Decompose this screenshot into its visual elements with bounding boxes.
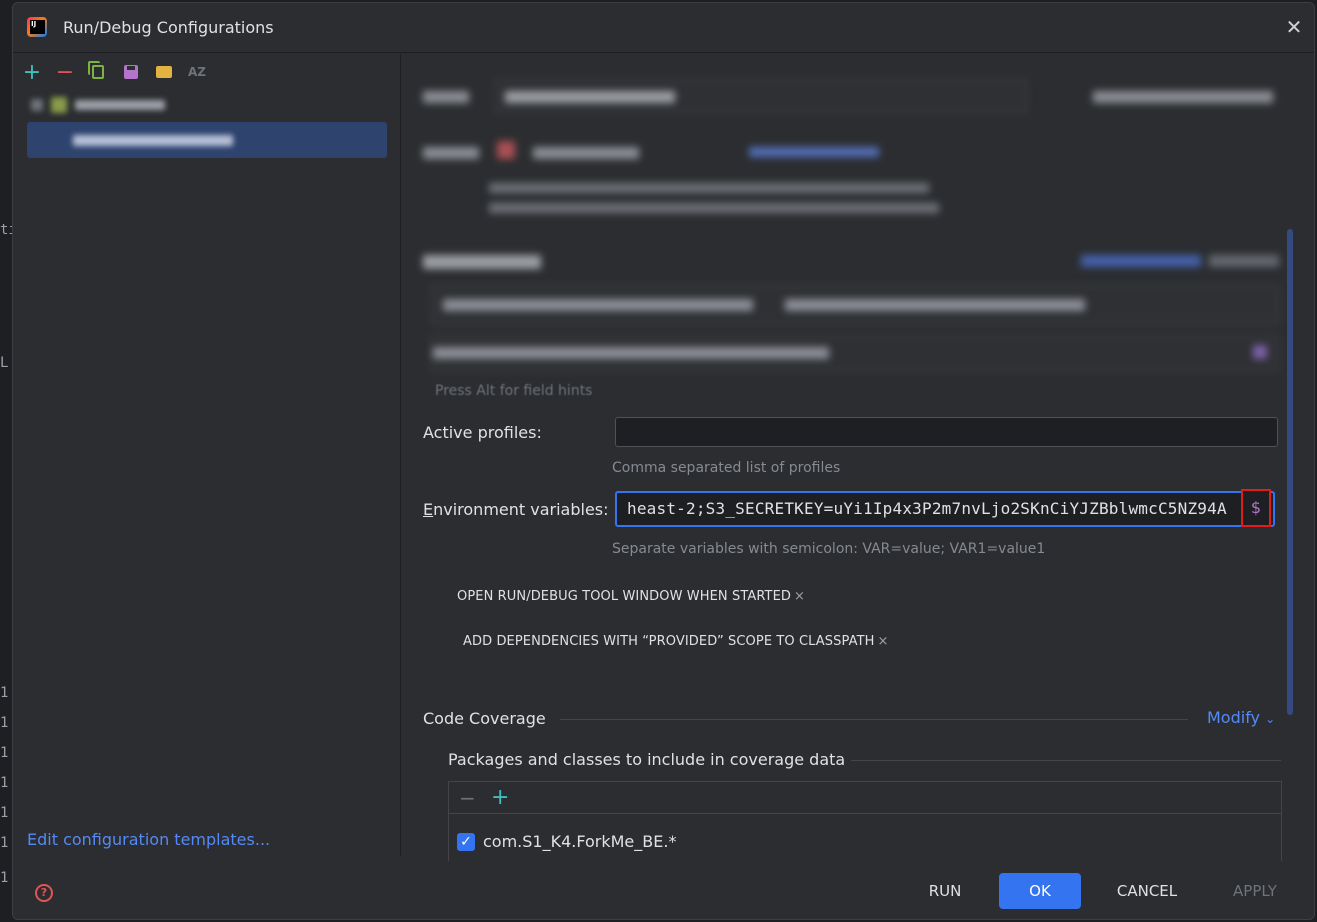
ide-fragment: L [0,355,9,371]
coverage-packages-table: − + ✓ com.S1_K4.ForkMe_BE.* [448,781,1282,861]
active-profiles-label: Active profiles: [423,423,542,442]
option-label: ADD DEPENDENCIES WITH “PROVIDED” SCOPE T… [463,634,875,649]
section-divider [851,760,1281,761]
chevron-down-icon: ⌄ [1265,712,1276,726]
close-icon[interactable]: ✕ [1284,17,1304,38]
code-coverage-title: Code Coverage [423,709,546,728]
environment-variables-helper: Separate variables with semicolon: VAR=v… [612,541,1046,557]
tree-group-item[interactable] [27,94,387,116]
ide-fragment: 1 [0,835,9,851]
ide-fragment: 1 [0,745,9,761]
edit-templates-link[interactable]: Edit configuration templates... [27,830,270,849]
remove-option-icon[interactable]: × [794,589,805,604]
vertical-scrollbar[interactable] [1287,229,1293,715]
apply-button[interactable]: APPLY [1219,873,1291,909]
tree-item-selected[interactable] [27,122,387,158]
field-hint-text: Press Alt for field hints [435,383,593,399]
plus-icon[interactable]: + [21,60,43,85]
save-icon[interactable] [120,61,142,83]
title-bar: Run/Debug Configurations ✕ [13,3,1314,53]
copy-icon[interactable] [87,61,109,83]
coverage-entry-pattern: com.S1_K4.ForkMe_BE.* [483,832,677,851]
remove-option-icon[interactable]: × [878,634,889,649]
coverage-toolbar: − + [449,782,1281,814]
remove-package-button[interactable]: − [459,786,476,810]
help-icon[interactable]: ? [35,884,53,902]
active-profiles-input[interactable] [615,417,1278,447]
ide-fragment: 1 [0,715,9,731]
cancel-button[interactable]: CANCEL [1105,873,1189,909]
modify-label: Modify [1207,708,1261,727]
run-button[interactable]: RUN [913,873,977,909]
option-label: OPEN RUN/DEBUG TOOL WINDOW WHEN STARTED [457,589,792,604]
ide-background-strip: ti L 1 1 1 1 1 1 1 [0,0,17,922]
minus-icon[interactable]: − [54,60,76,85]
ide-fragment: 1 [0,775,9,791]
chevron-icon [31,99,43,111]
coverage-entry-row[interactable]: ✓ com.S1_K4.ForkMe_BE.* [457,832,676,851]
active-profiles-helper: Comma separated list of profiles [612,460,841,476]
tree-toolbar: + − AZ [21,60,208,85]
configuration-tree-panel: + − AZ Edit configuration templates... [13,54,401,856]
environment-variables-value: heast-2;S3_SECRETKEY=uYi1Ip4x3P2m7nvLjo2… [627,499,1227,518]
coverage-packages-title: Packages and classes to include in cover… [448,750,846,769]
coverage-entry-checkbox[interactable]: ✓ [457,832,475,851]
dialog-footer: ? RUN OK CANCEL APPLY [13,856,1314,919]
insert-macro-button[interactable]: $ [1241,489,1271,527]
folder-add-icon[interactable] [153,61,175,83]
ide-fragment: 1 [0,805,9,821]
ok-button[interactable]: OK [999,873,1081,909]
tree-group-label-redacted [75,100,165,110]
dialog-title: Run/Debug Configurations [63,18,274,37]
configuration-tree [27,94,387,158]
environment-variables-label: Environment variables: [423,500,609,519]
tree-item-label-redacted [73,134,233,146]
run-debug-dialog: Run/Debug Configurations ✕ + − AZ Edit c… [12,2,1315,920]
environment-variables-input[interactable]: heast-2;S3_SECRETKEY=uYi1Ip4x3P2m7nvLjo2… [615,489,1275,527]
option-open-tool-window: OPEN RUN/DEBUG TOOL WINDOW WHEN STARTED × [457,589,805,604]
ide-fragment: 1 [0,685,9,701]
sort-alphabetically-icon[interactable]: AZ [186,61,208,83]
add-package-button[interactable]: + [491,785,509,810]
section-divider [560,719,1188,720]
option-provided-scope: ADD DEPENDENCIES WITH “PROVIDED” SCOPE T… [463,634,889,649]
spring-boot-icon [51,97,67,113]
modify-coverage-link[interactable]: Modify ⌄ [1207,708,1275,727]
intellij-logo-icon [27,17,47,37]
ide-fragment: 1 [0,870,9,886]
